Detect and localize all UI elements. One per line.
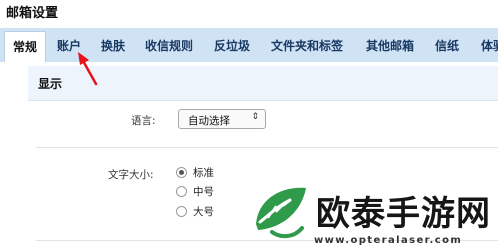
divider: [36, 147, 498, 148]
tab-general[interactable]: 常规: [4, 31, 46, 62]
page-title: 邮箱设置: [6, 6, 59, 21]
tab-folders-labels[interactable]: 文件夹和标签: [271, 37, 343, 54]
language-select[interactable]: 自动选择 ⇕: [178, 109, 266, 129]
tab-mail-rules[interactable]: 收信规则: [145, 37, 193, 54]
radio-label: 大号: [193, 206, 214, 218]
radio-label: 标准: [193, 167, 214, 179]
tab-other-mailboxes[interactable]: 其他邮箱: [366, 37, 414, 54]
tab-experience[interactable]: 体验: [481, 37, 498, 54]
tab-stationery[interactable]: 信纸: [435, 37, 459, 54]
language-label: 语言:: [131, 115, 156, 127]
radio-button[interactable]: [176, 167, 187, 178]
section-title: 显示: [38, 77, 63, 91]
watermark-url: www.opteralaser.com: [314, 235, 463, 246]
red-arrow-annotation-icon: [78, 52, 98, 86]
tab-skin[interactable]: 换肤: [101, 37, 125, 54]
radio-button[interactable]: [176, 206, 187, 217]
font-size-label: 文字大小:: [108, 169, 154, 181]
language-select-value: 自动选择: [188, 115, 230, 127]
radio-label: 中号: [193, 186, 214, 198]
tab-anti-spam[interactable]: 反垃圾: [214, 37, 250, 54]
watermark: 欧泰手游网 www.opteralaser.com: [246, 176, 498, 251]
radio-button[interactable]: [176, 186, 187, 197]
select-arrows-icon: ⇕: [251, 112, 259, 122]
leaf-logo-icon: [256, 187, 306, 239]
watermark-text: 欧泰手游网: [316, 194, 491, 234]
